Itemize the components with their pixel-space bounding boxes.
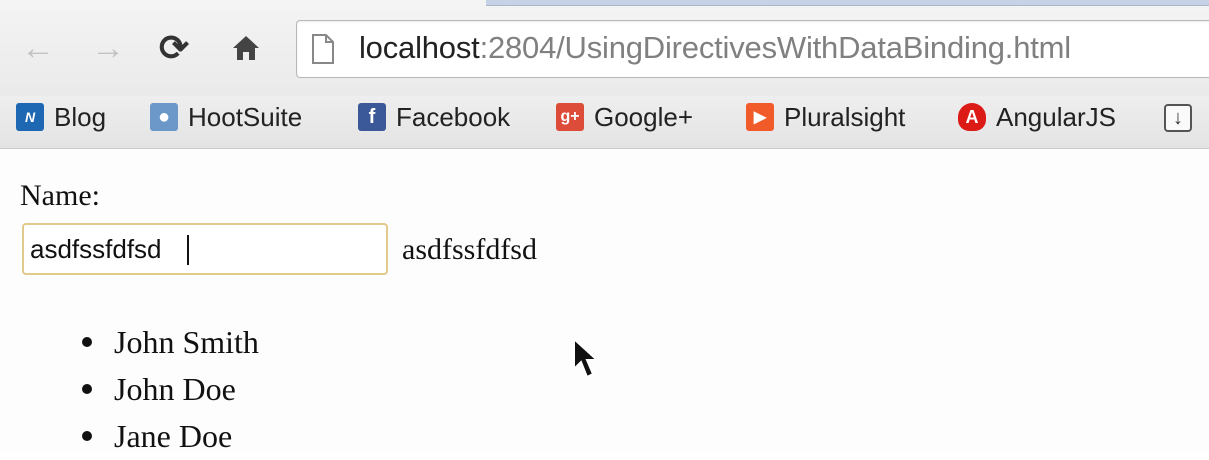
text-caret <box>187 235 189 265</box>
arrow-left-icon: ← <box>21 29 55 67</box>
aspnet-icon: N <box>16 103 44 131</box>
browser-toolbar: ← → ⟳ localhost:2804/UsingDirectivesWith… <box>0 0 1209 96</box>
url-host: localhost <box>359 30 480 65</box>
mouse-pointer-icon <box>573 337 600 379</box>
arrow-right-icon: → <box>91 29 125 67</box>
angular-icon: A <box>958 103 986 131</box>
name-input[interactable] <box>22 223 388 275</box>
list-item: John Smith <box>82 319 259 366</box>
home-button[interactable] <box>224 26 268 70</box>
bookmark-google-plus[interactable]: g+ Google+ <box>556 98 693 136</box>
reload-button[interactable]: ⟳ <box>152 26 196 70</box>
list-item: Jane Doe <box>82 413 259 460</box>
list-item: John Doe <box>82 366 259 413</box>
page-icon <box>312 34 334 64</box>
bookmark-label: Facebook <box>396 101 511 132</box>
bookmarks-bar: N Blog ● HootSuite f Facebook g+ Google+… <box>0 96 1209 149</box>
back-button[interactable]: ← <box>16 26 60 70</box>
bookmark-label: Pluralsight <box>784 101 906 132</box>
bookmark-facebook[interactable]: f Facebook <box>358 98 510 136</box>
forward-button[interactable]: → <box>86 26 130 70</box>
bookmark-label: AngularJS <box>996 101 1116 132</box>
url-text[interactable]: localhost:2804/UsingDirectivesWithDataBi… <box>359 30 1071 66</box>
facebook-icon: f <box>358 103 386 131</box>
bookmark-blog[interactable]: N Blog <box>16 98 106 136</box>
reload-icon: ⟳ <box>158 27 190 68</box>
bookmarks-overflow-button[interactable]: ↓ <box>1164 104 1192 132</box>
address-bar[interactable]: localhost:2804/UsingDirectivesWithDataBi… <box>296 20 1209 78</box>
page-content: Name: asdfssfdfsd John Smith John Doe Ja… <box>0 149 1209 454</box>
bookmark-label: Blog <box>54 101 107 132</box>
home-icon <box>233 36 259 60</box>
google-plus-icon: g+ <box>556 103 584 131</box>
bookmark-hootsuite[interactable]: ● HootSuite <box>150 98 302 136</box>
name-label: Name: <box>20 179 100 212</box>
people-list: John Smith John Doe Jane Doe <box>82 319 259 460</box>
download-arrow-icon: ↓ <box>1173 106 1183 129</box>
pluralsight-icon: ▶ <box>746 103 774 131</box>
bookmark-label: HootSuite <box>188 101 303 132</box>
bound-name-text: asdfssfdfsd <box>402 233 537 266</box>
tab-strip-edge <box>486 0 1209 6</box>
bookmark-angularjs[interactable]: A AngularJS <box>958 98 1116 136</box>
hootsuite-icon: ● <box>150 103 178 131</box>
bookmark-pluralsight[interactable]: ▶ Pluralsight <box>746 98 905 136</box>
url-path: :2804/UsingDirectivesWithDataBinding.htm… <box>479 30 1072 65</box>
bookmark-label: Google+ <box>594 101 694 132</box>
